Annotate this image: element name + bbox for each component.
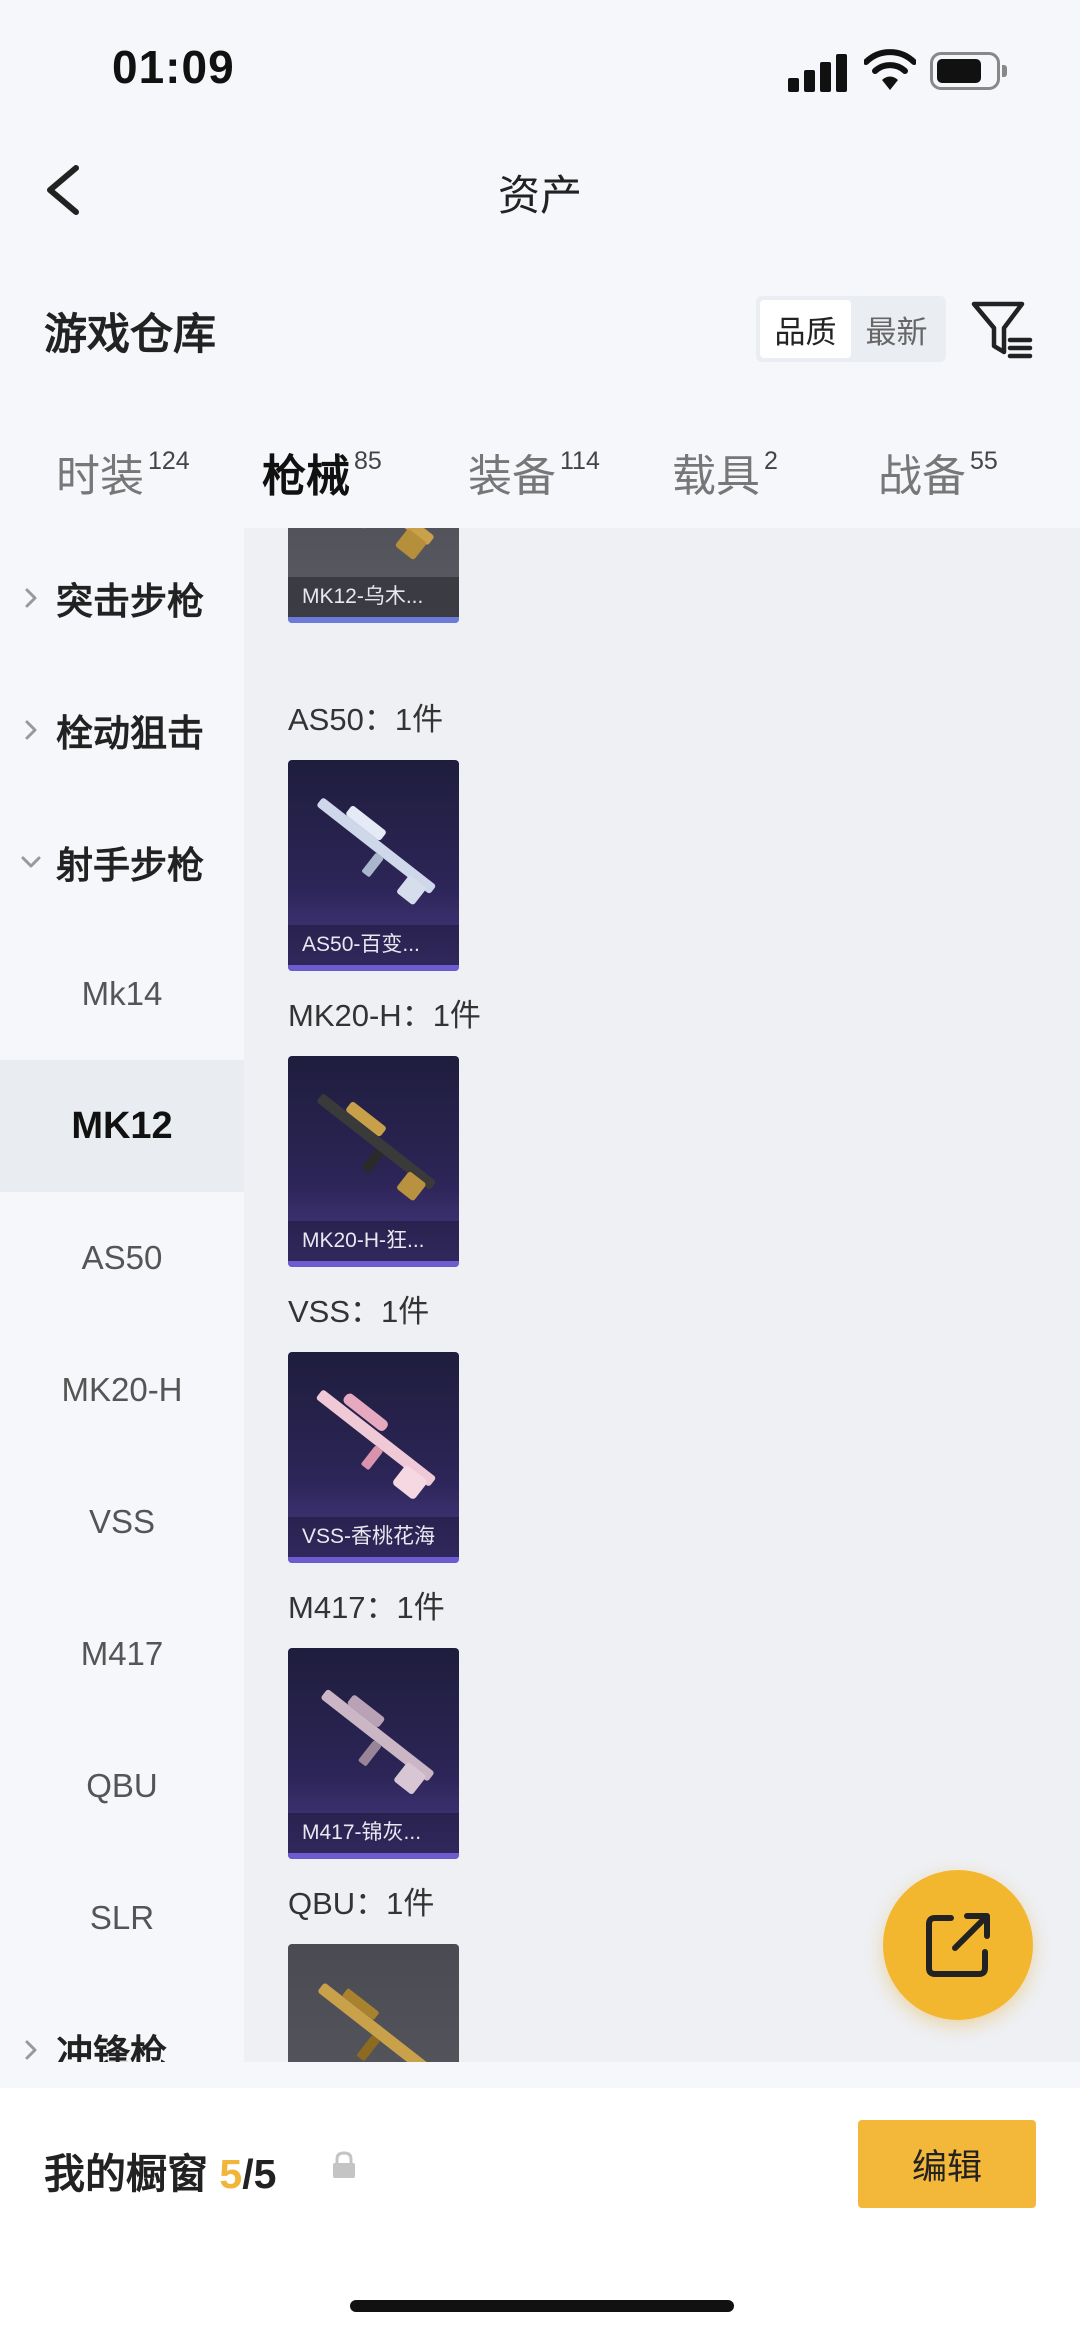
chevron-right-icon: [25, 588, 37, 608]
weapon-sidebar: 突击步枪 栓动狙击 射手步枪 Mk14 MK12 AS50 MK20-H VSS…: [0, 528, 244, 2062]
weapon-skin-list[interactable]: MK12-乌木... AS50：1件 AS50-百变... MK20-H：1件: [244, 528, 1080, 2062]
chevron-down-icon: [21, 856, 41, 868]
rifle-icon: [316, 1390, 436, 1499]
tab-label: 时装: [56, 452, 144, 501]
category-tabs: 时装 124 枪械 85 装备 114 载具 2 战备 55: [0, 420, 1080, 534]
tab-count: 114: [560, 447, 600, 475]
sidebar-group-assault-rifle[interactable]: 突击步枪: [0, 532, 244, 664]
edit-button[interactable]: 编辑: [858, 2120, 1036, 2208]
rarity-bar: [288, 1261, 459, 1267]
showcase-count: 5: [219, 2151, 243, 2197]
lock-icon: [333, 2151, 355, 2178]
sidebar-group-label: 冲锋枪: [56, 2033, 167, 2062]
skin-name: MK20-H-狂...: [288, 1221, 459, 1261]
wifi-icon: [864, 49, 916, 90]
sidebar-item-mk20h[interactable]: MK20-H: [0, 1324, 244, 1456]
weapon-count-label: M417：1件: [288, 1590, 445, 1625]
tab-count: 124: [148, 447, 190, 475]
tab-label: 载具: [672, 452, 760, 501]
skin-name: AS50-百变...: [288, 925, 459, 965]
rarity-bar: [288, 617, 459, 623]
sidebar-group-label: 突击步枪: [56, 581, 204, 622]
weapon-count-label: MK20-H：1件: [288, 998, 481, 1033]
showcase-title: 我的橱窗: [44, 2151, 208, 2197]
skin-card-mk12[interactable]: MK12-乌木...: [288, 528, 459, 623]
showcase-total: /5: [242, 2151, 277, 2197]
page-title: 资产: [497, 172, 582, 219]
skin-card-as50[interactable]: AS50-百变...: [288, 760, 459, 971]
tab-count: 2: [764, 447, 778, 475]
showcase-label: 我的橱窗 5/5: [44, 2140, 276, 2200]
skin-card-vss[interactable]: VSS-香桃花海: [288, 1352, 459, 1563]
rifle-icon: [318, 1983, 434, 2062]
tab-vehicles[interactable]: 载具 2: [672, 440, 778, 520]
rifle-icon: [317, 1094, 436, 1201]
sidebar-item-vss[interactable]: VSS: [0, 1456, 244, 1588]
status-time: 01:09: [112, 41, 235, 93]
rarity-bar: [288, 965, 459, 971]
weapon-count-label: VSS：1件: [288, 1294, 430, 1329]
sidebar-item-slr[interactable]: SLR: [0, 1852, 244, 1984]
weapon-count-label: QBU：1件: [288, 1886, 435, 1921]
chevron-right-icon: [25, 2040, 37, 2060]
rifle-icon: [317, 798, 436, 905]
tab-label: 装备: [468, 452, 556, 501]
sidebar-group-label: 射手步枪: [56, 845, 204, 886]
skin-card-qbu[interactable]: [288, 1944, 459, 2062]
tab-fashion[interactable]: 时装 124: [56, 440, 190, 520]
rifle-icon: [318, 528, 434, 560]
signal-icon: [788, 52, 848, 92]
chevron-right-icon: [25, 720, 37, 740]
tab-supplies[interactable]: 战备 55: [878, 440, 998, 520]
skin-name: MK12-乌木...: [288, 577, 459, 617]
rifle-icon: [321, 1689, 434, 1794]
sidebar-item-mk14[interactable]: Mk14: [0, 928, 244, 1060]
tab-count: 85: [354, 447, 382, 475]
nav-bar: 资产: [0, 140, 1080, 240]
sidebar-group-smg[interactable]: 冲锋枪: [0, 1984, 244, 2062]
sidebar-item-qbu[interactable]: QBU: [0, 1720, 244, 1852]
sidebar-item-as50[interactable]: AS50: [0, 1192, 244, 1324]
sort-toggle: 品质 最新: [756, 296, 946, 362]
sidebar-item-mk12[interactable]: MK12: [0, 1060, 244, 1192]
tab-count: 55: [970, 447, 998, 475]
status-bar: 01:09: [0, 0, 1080, 140]
filter-icon[interactable]: [968, 296, 1034, 362]
tab-firearms[interactable]: 枪械 85: [262, 440, 382, 534]
skin-card-mk20h[interactable]: MK20-H-狂...: [288, 1056, 459, 1267]
tab-label: 枪械: [262, 452, 350, 501]
tab-label: 战备: [878, 452, 966, 501]
sort-option-latest[interactable]: 最新: [851, 300, 942, 358]
weapon-count-label: AS50：1件: [288, 702, 444, 737]
skin-name: VSS-香桃花海: [288, 1517, 459, 1557]
battery-icon: [930, 52, 1007, 90]
home-indicator[interactable]: [350, 2300, 734, 2312]
sidebar-group-bolt-sniper[interactable]: 栓动狙击: [0, 664, 244, 796]
sidebar-group-label: 栓动狙击: [56, 713, 204, 754]
tab-equipment[interactable]: 装备 114: [468, 440, 600, 520]
rarity-bar: [288, 1557, 459, 1563]
sidebar-item-m417[interactable]: M417: [0, 1588, 244, 1720]
rarity-bar: [288, 1853, 459, 1859]
warehouse-title: 游戏仓库: [44, 311, 216, 359]
share-button[interactable]: [883, 1870, 1033, 2020]
skin-name: M417-锦灰...: [288, 1813, 459, 1853]
skin-card-m417[interactable]: M417-锦灰...: [288, 1648, 459, 1859]
share-icon: [926, 1913, 990, 1977]
sort-option-quality[interactable]: 品质: [760, 300, 851, 358]
sidebar-group-marksman-rifle[interactable]: 射手步枪: [0, 796, 244, 928]
